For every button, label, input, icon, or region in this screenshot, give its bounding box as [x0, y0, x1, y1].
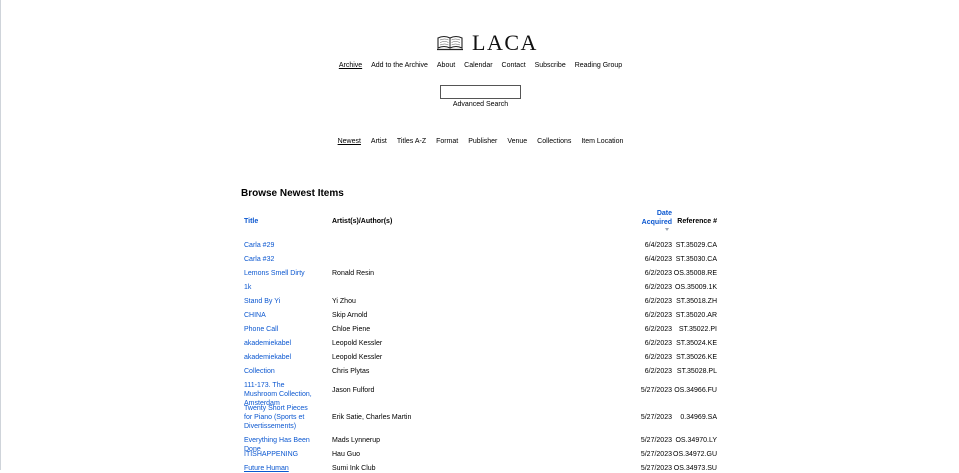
nav-calendar[interactable]: Calendar: [464, 62, 492, 69]
row-artist: Sumi Ink Club: [332, 465, 376, 472]
row-reference: ST.35028.PL: [676, 368, 717, 375]
row-reference: ST.35030.CA: [675, 256, 717, 263]
row-reference: ST.35018.ZH: [676, 298, 717, 305]
row-artist: Jason Fulford: [332, 387, 375, 394]
row-artist: Ronald Resin: [332, 270, 375, 277]
row-title-link[interactable]: akademiekabel: [244, 353, 316, 362]
page-title: Browse Newest Items: [241, 188, 344, 199]
row-reference: ST.35020.AR: [675, 312, 717, 319]
site-name: LACA: [472, 30, 538, 55]
row-title-link[interactable]: ITISHAPPENING: [244, 450, 316, 459]
row-artist: Leopold Kessler: [332, 354, 383, 361]
tab-item-location[interactable]: Item Location: [581, 138, 623, 145]
row-title-link[interactable]: Carla #29: [244, 241, 316, 250]
nav-about[interactable]: About: [437, 62, 455, 69]
row-title-link[interactable]: Lemons Smell Dirty: [244, 269, 316, 278]
advanced-search-link[interactable]: Advanced Search: [453, 101, 508, 108]
row-title-link[interactable]: Twenty Short Pieces for Piano (Sports et…: [244, 404, 316, 431]
tab-titles-a-z[interactable]: Titles A-Z: [397, 138, 426, 145]
site-logo[interactable]: LACA: [437, 32, 538, 54]
row-reference: ST.35029.CA: [675, 242, 717, 249]
tab-publisher[interactable]: Publisher: [468, 138, 497, 145]
row-title-link[interactable]: akademiekabel: [244, 339, 316, 348]
row-artist: Mads Lynnerup: [332, 437, 380, 444]
row-title-link[interactable]: 1k: [244, 283, 316, 292]
row-reference: 0.34969.SA: [680, 414, 717, 421]
nav-contact[interactable]: Contact: [502, 62, 526, 69]
row-reference: OS.34972.GU: [673, 451, 717, 458]
tab-newest[interactable]: Newest: [338, 138, 361, 145]
open-book-icon: [437, 35, 463, 51]
tab-artist[interactable]: Artist: [371, 138, 387, 145]
tab-venue[interactable]: Venue: [507, 138, 527, 145]
row-reference: ST.35022.PI: [678, 326, 717, 333]
nav-reading-group[interactable]: Reading Group: [575, 62, 622, 69]
main-nav: Archive Add to the Archive About Calenda…: [1, 62, 959, 69]
row-artist: Chloe Piene: [332, 326, 371, 333]
column-header-title[interactable]: Title: [244, 218, 258, 225]
tab-collections[interactable]: Collections: [537, 138, 571, 145]
row-title-link[interactable]: CHINA: [244, 311, 316, 320]
row-reference: ST.35026.KE: [676, 354, 717, 361]
row-artist: Hau Guo: [332, 451, 361, 458]
column-header-artist: Artist(s)/Author(s): [332, 218, 393, 225]
nav-archive[interactable]: Archive: [339, 62, 362, 69]
row-reference: ST.35024.KE: [676, 340, 717, 347]
column-header-date-acquired[interactable]: Date Acquired: [635, 209, 672, 227]
row-artist: Leopold Kessler: [332, 340, 383, 347]
nav-subscribe[interactable]: Subscribe: [535, 62, 566, 69]
row-reference: OS.34973.SU: [673, 465, 717, 472]
row-reference: OS.34966.FU: [674, 387, 717, 394]
row-artist: Erik Satie, Charles Martin: [332, 414, 412, 421]
row-title-link[interactable]: Phone Call: [244, 325, 316, 334]
browse-tabs: Newest Artist Titles A-Z Format Publishe…: [1, 138, 959, 145]
row-artist: Yi Zhou: [332, 298, 356, 305]
search-input[interactable]: [440, 85, 521, 99]
row-reference: OS.35009.1K: [674, 284, 717, 291]
row-title-link[interactable]: Collection: [244, 367, 316, 376]
caret-down-icon[interactable]: [665, 228, 669, 231]
row-artist: Chris Plytas: [332, 368, 370, 375]
row-reference: OS.35008.RE: [673, 270, 717, 277]
row-title-link[interactable]: Carla #32: [244, 255, 316, 264]
row-artist: Skip Arnold: [332, 312, 368, 319]
row-reference: OS.34970.LY: [675, 437, 717, 444]
advanced-search: Advanced Search: [1, 101, 959, 108]
column-header-reference: Reference #: [677, 218, 717, 225]
row-title-link[interactable]: Future Human: [244, 464, 316, 473]
tab-format[interactable]: Format: [436, 138, 458, 145]
row-title-link[interactable]: Stand By Yi: [244, 297, 316, 306]
nav-add-to-archive[interactable]: Add to the Archive: [371, 62, 428, 69]
